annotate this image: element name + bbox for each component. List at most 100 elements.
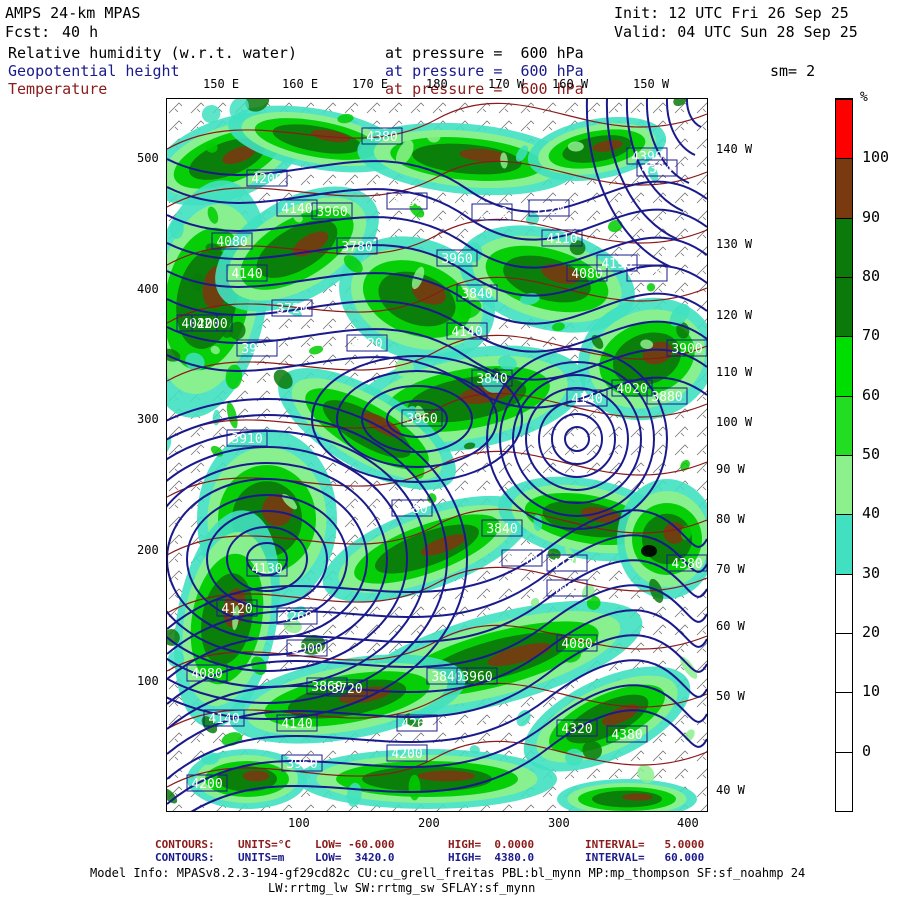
contour-label-text: 4170 xyxy=(551,557,582,572)
contour-label: 4020 xyxy=(626,264,668,282)
contour-label-text: 3960 xyxy=(441,252,472,267)
top-axis-label-5: 160 W xyxy=(552,77,589,91)
colorbar-segment xyxy=(836,336,852,396)
contour-label-text: 4080 xyxy=(571,267,602,282)
temp-contour-units: UNITS=°C xyxy=(238,838,291,851)
colorbar-label-7: 30 xyxy=(862,563,881,582)
contour-label-text: 4200 xyxy=(196,317,227,332)
colorbar-segment xyxy=(836,277,852,337)
contour-label: 3720 xyxy=(326,679,368,697)
contour-label: 4080 xyxy=(391,499,433,517)
colorbar-label-1: 90 xyxy=(862,207,881,226)
contour-label-text: 4140 xyxy=(231,267,262,282)
contour-label: 3960 xyxy=(281,754,323,772)
field-height-name: Geopotential height xyxy=(8,62,180,80)
rh-blob xyxy=(622,793,653,801)
smoothing-label: sm= 2 xyxy=(770,62,816,80)
colorbar-segment xyxy=(836,633,852,693)
contour-label-text: 3720 xyxy=(276,302,307,317)
contour-label-text: 4080 xyxy=(216,235,247,250)
contour-label: 4140 xyxy=(203,709,245,727)
contour-label: 4130 xyxy=(246,559,288,577)
contour-label: 4080 xyxy=(211,232,253,250)
contour-label-text: 4020 xyxy=(351,337,382,352)
contour-label-text: 3840 xyxy=(506,552,537,567)
contour-label: 3840 xyxy=(501,549,543,567)
contour-label-text: 3980 xyxy=(391,195,422,210)
contour-label-text: 3840 xyxy=(476,372,507,387)
contour-label: 4200 xyxy=(191,314,233,332)
colorbar-label-9: 10 xyxy=(862,682,881,701)
model-info-line1: Model Info: MPASv8.2.3-194-gf29cd82c CU:… xyxy=(90,866,806,880)
weather-map: 4380420043904394396039804200 412041104080… xyxy=(167,99,707,811)
bottom-axis-label-2: 300 xyxy=(548,816,570,830)
height-contour-high: HIGH= 4380.0 xyxy=(448,851,535,864)
contour-label-text: 4320 xyxy=(561,722,592,737)
contour-label: 4260 xyxy=(276,607,318,625)
contour-label-text: 4120 xyxy=(221,602,252,617)
contour-label-text: 4120 xyxy=(533,202,564,217)
colorbar xyxy=(835,98,853,812)
right-axis-label-9: 50 W xyxy=(716,689,745,703)
contour-label: 4260 xyxy=(396,714,438,732)
bottom-axis-label-1: 200 xyxy=(418,816,440,830)
colorbar-label-5: 50 xyxy=(862,445,881,463)
contour-label-text: 4260 xyxy=(281,610,312,625)
contour-label: 3780 xyxy=(336,237,378,255)
contour-label: 4200 xyxy=(386,744,428,762)
colorbar-segment xyxy=(836,692,852,752)
contour-label-text: 3900 xyxy=(291,642,322,657)
bottom-axis-label-0: 100 xyxy=(288,816,310,830)
contour-label-text: 4190 xyxy=(601,257,632,272)
colorbar-segment xyxy=(836,514,852,574)
contour-label-text: 3960 xyxy=(461,670,492,685)
height-contour-interval: INTERVAL= 60.000 xyxy=(585,851,705,864)
right-axis-label-8: 60 W xyxy=(716,619,745,633)
contour-label: 3980 xyxy=(386,192,428,210)
map-panel[interactable]: 4380 4200 4390 4394 3960 3980 4200 4120 4110 4080… xyxy=(166,98,708,812)
colorbar-segment xyxy=(836,158,852,218)
valid-time: Valid: 04 UTC Sun 28 Sep 25 xyxy=(614,23,858,41)
init-time: Init: 12 UTC Fri 26 Sep 25 xyxy=(614,4,849,22)
height-contour-units: UNITS=m xyxy=(238,851,285,864)
forecast-label: Fcst: xyxy=(5,23,51,41)
contour-label-text: 4140 xyxy=(208,712,239,727)
field-rh-name: Relative humidity (w.r.t. water) xyxy=(8,44,297,62)
contour-label: 4190 xyxy=(596,254,638,272)
colorbar-segment xyxy=(836,455,852,515)
contour-label: 4320 xyxy=(556,719,598,737)
contour-label: 4140 xyxy=(566,389,608,407)
left-axis-label-4: 100 xyxy=(137,674,159,688)
contour-label-text: 4200 xyxy=(191,777,222,792)
right-axis-label-10: 40 W xyxy=(716,783,745,797)
contour-label-text: 4260 xyxy=(401,717,432,732)
contour-label-text: 4140 xyxy=(281,202,312,217)
contour-label-text: 4140 xyxy=(571,392,602,407)
contour-label: 4140 xyxy=(276,714,318,732)
contour-label-text: 3900 xyxy=(671,342,702,357)
temp-contour-low: LOW= -60.000 xyxy=(315,838,395,851)
top-axis-label-4: 170 W xyxy=(488,77,525,91)
contour-label: 3960 xyxy=(401,409,443,427)
colorbar-segment xyxy=(836,573,852,633)
top-axis-label-1: 160 E xyxy=(282,77,319,91)
colorbar-label-2: 80 xyxy=(862,267,881,285)
left-axis-label-3: 200 xyxy=(137,543,159,557)
right-axis-label-7: 70 W xyxy=(716,562,745,576)
colorbar-segment xyxy=(836,217,852,277)
colorbar-segment xyxy=(836,99,852,159)
contour-label: 3960 xyxy=(436,249,478,267)
contour-label: 4394 xyxy=(636,159,678,177)
bottom-axis-label-3: 400 xyxy=(677,816,699,830)
contour-label: 4140 xyxy=(226,264,268,282)
contour-label: 4380 xyxy=(361,127,403,145)
rh-blob xyxy=(417,770,476,782)
contour-label: 4120 xyxy=(528,199,570,217)
contour-label: 4080 xyxy=(556,634,598,652)
top-axis-label-6: 150 W xyxy=(633,77,670,91)
height-contour-label: CONTOURS: xyxy=(155,851,215,864)
contour-label: 4080 xyxy=(546,579,588,597)
contour-label-text: 4080 xyxy=(551,582,582,597)
contour-label-text: 3880 xyxy=(651,390,682,405)
rh-blob xyxy=(242,770,270,782)
